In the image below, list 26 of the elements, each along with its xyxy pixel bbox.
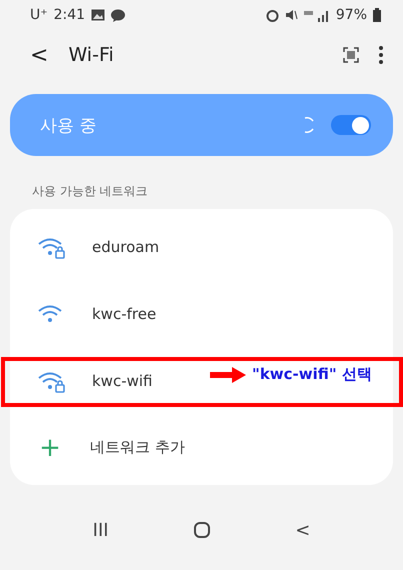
chat-bubble-icon xyxy=(111,8,126,22)
nav-back-button[interactable]: < xyxy=(295,520,310,540)
alarm-icon xyxy=(266,8,279,22)
add-icon: + xyxy=(36,432,64,462)
battery-icon xyxy=(373,8,381,22)
carrier-text: U⁺ xyxy=(30,7,48,23)
battery-text: 97% xyxy=(336,7,367,23)
clock-text: 2:41 xyxy=(54,7,86,23)
toggle-switch[interactable] xyxy=(331,115,371,135)
home-button-icon[interactable] xyxy=(194,522,210,538)
network-name[interactable]: eduroam xyxy=(92,238,160,256)
qr-scan-icon[interactable] xyxy=(343,47,359,63)
signal-icon xyxy=(304,8,330,22)
arrow-icon xyxy=(210,366,246,382)
add-network-button[interactable]: 네트워크 추가 xyxy=(90,438,185,457)
gallery-icon xyxy=(91,9,106,21)
recent-apps-button[interactable]: III xyxy=(92,520,109,540)
more-options-icon[interactable] xyxy=(379,46,383,64)
section-label: 사용 가능한 네트워크 xyxy=(31,183,149,200)
network-name[interactable]: kwc-free xyxy=(92,304,156,322)
page-title: Wi-Fi xyxy=(68,44,115,66)
mute-icon xyxy=(284,9,298,21)
back-button[interactable]: < xyxy=(30,42,48,68)
annotation-text: "kwc-wifi" 선택 xyxy=(252,365,372,384)
network-name[interactable]: kwc-wifi xyxy=(92,372,152,390)
switch-label: 사용 중 xyxy=(40,114,98,136)
